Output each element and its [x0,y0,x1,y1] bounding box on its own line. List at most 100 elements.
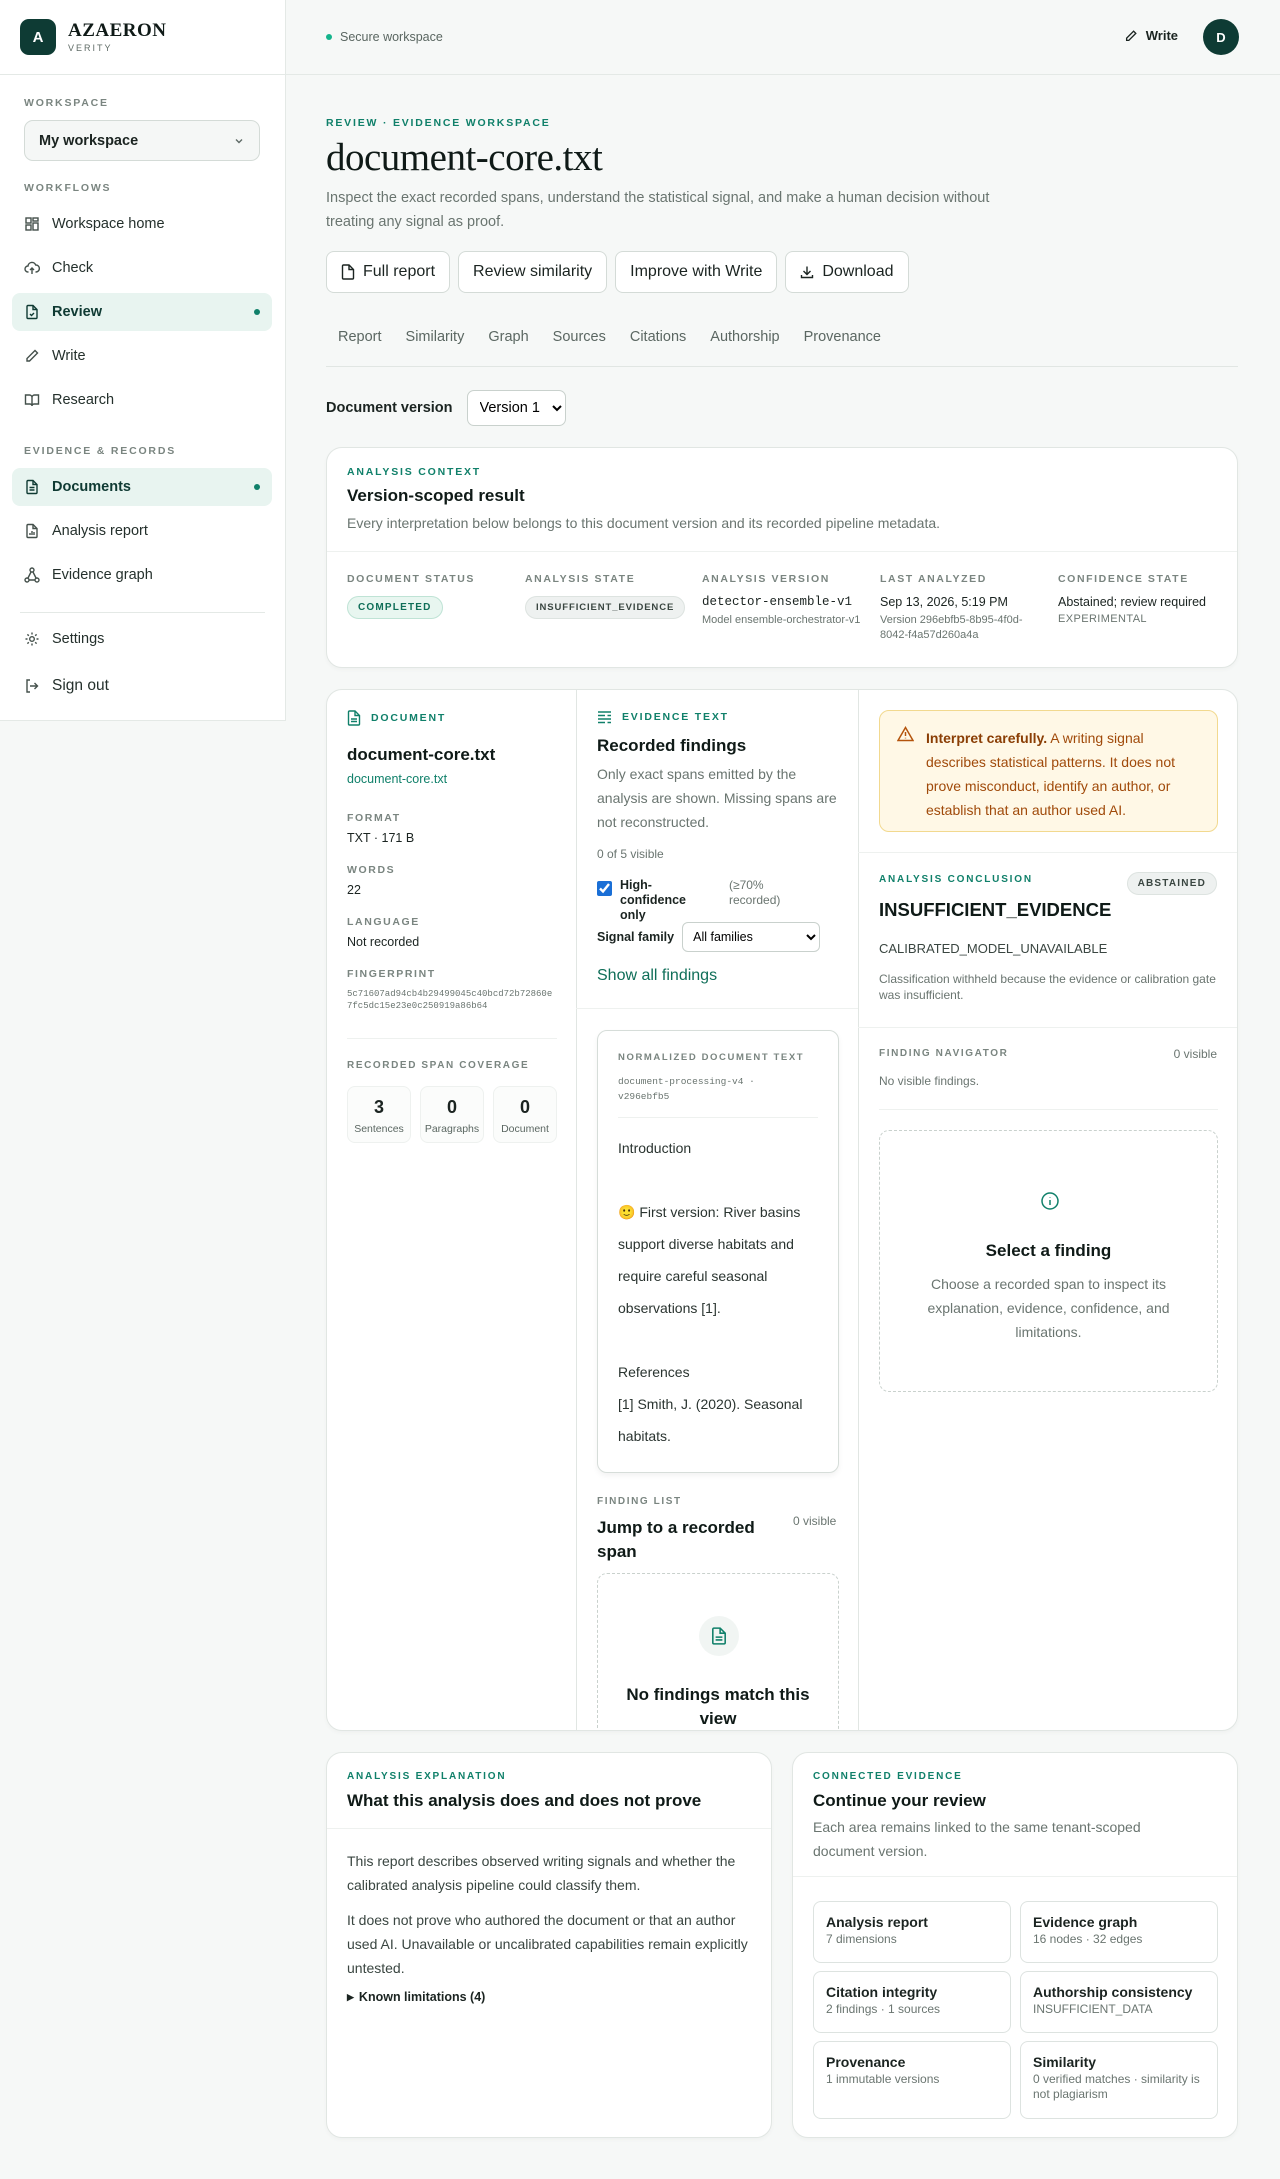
write-button[interactable]: Write [1124,28,1178,43]
words-value: 22 [347,883,361,897]
warning-title: Interpret carefully. [926,730,1048,746]
coverage-sentences: 3 Sentences [347,1086,411,1143]
link-similarity[interactable]: Similarity 0 verified matches · similarit… [1020,2041,1218,2119]
divider [618,1117,818,1118]
tab-report[interactable]: Report [326,329,394,367]
last-analyzed-label: LAST ANALYZED [880,573,987,585]
divider [879,1109,1218,1110]
confidence-state-sub: EXPERIMENTAL [1058,613,1147,625]
link-sub: INSUFFICIENT_DATA [1033,2002,1153,2016]
write-label: Write [1145,28,1178,43]
sidebar-divider [20,612,265,613]
evidence-kicker: EVIDENCE TEXT [622,711,729,723]
context-title: Version-scoped result [347,486,525,505]
finding-list-title: Jump to a recorded span [597,1518,755,1561]
link-title: Authorship consistency [1033,1984,1193,2000]
gear-icon [24,631,40,647]
high-confidence-note: (≥70% recorded) [729,878,781,907]
text-line [618,1324,823,1356]
divider [576,1008,858,1009]
show-all-findings-link[interactable]: Show all findings [597,967,717,985]
empty-title: No findings match this view [626,1685,810,1728]
fingerprint-label: FINGERPRINT [347,968,436,980]
link-sub: 16 nodes · 32 edges [1033,1932,1143,1946]
known-limitations-toggle[interactable]: ▶ Known limitations (4) [347,1990,485,2004]
nav-sign-out[interactable]: Sign out [12,667,272,705]
words-label: WORDS [347,864,396,876]
tab-authorship[interactable]: Authorship [698,329,791,367]
nav-evidence-graph[interactable]: Evidence graph [12,556,272,594]
avatar[interactable]: D [1203,19,1239,55]
last-analyzed-value: Sep 13, 2026, 5:19 PM [880,595,1008,609]
connected-kicker: CONNECTED EVIDENCE [813,1771,963,1782]
interpretation-warning: Interpret carefully. A writing signal de… [879,710,1218,832]
fingerprint-value: 5c71607ad94cb4b29499045c40bcd72b72860e7f… [347,989,553,1011]
file-check-icon [24,304,40,320]
link-sub: 0 verified matches · similarity is not p… [1033,2072,1200,2101]
high-confidence-row: High-confidence only (≥70% recorded) [597,878,847,923]
document-status-label: DOCUMENT STATUS [347,573,476,585]
tab-graph[interactable]: Graph [476,329,540,367]
finding-navigator-empty: No visible findings. [879,1074,980,1088]
workspace-select[interactable]: My workspace [24,120,260,161]
known-limitations-label: Known limitations (4) [358,1990,486,2004]
link-sub: 7 dimensions [826,1932,897,1946]
brand-logo[interactable]: A [20,19,56,55]
info-icon [1041,1192,1059,1210]
improve-with-write-button[interactable]: Improve with Write [615,251,778,293]
conclusion-value: INSUFFICIENT_EVIDENCE [879,899,1112,920]
tab-citations[interactable]: Citations [618,329,698,367]
nav-label: Documents [52,479,131,495]
nav-label: Evidence graph [52,567,153,583]
link-provenance[interactable]: Provenance 1 immutable versions [813,2041,1011,2119]
tab-sources[interactable]: Sources [541,329,618,367]
empty-icon-wrap [699,1616,739,1656]
link-evidence-graph[interactable]: Evidence graph 16 nodes · 32 edges [1020,1901,1218,1963]
nav-review[interactable]: Review [12,293,272,331]
book-icon [24,392,40,408]
last-analyzed-sub: Version 296ebfb5-8b95-4f0d-8042-f4a57d26… [880,614,1023,641]
evidence-records-label: EVIDENCE & RECORDS [24,445,177,457]
conclusion-reason-desc: Classification withheld because the evid… [879,972,1216,1002]
evidence-workspace-card: DOCUMENT document-core.txt document-core… [326,689,1238,1731]
finding-navigator-count: 0 visible [1173,1047,1217,1061]
connected-evidence-card: CONNECTED EVIDENCE Continue your review … [792,1752,1238,2138]
link-analysis-report[interactable]: Analysis report 7 dimensions [813,1901,1011,1963]
nav-settings[interactable]: Settings [12,620,272,658]
select-finding-title: Select a finding [985,1241,1112,1260]
explain-title: What this analysis does and does not pro… [347,1791,702,1810]
nav-research[interactable]: Research [12,381,272,419]
tab-bar: Report Similarity Graph Sources Citation… [326,329,1238,367]
pencil-icon [1125,29,1137,41]
nav-write[interactable]: Write [12,337,272,375]
divider [858,852,1237,853]
document-version-control: Document version Version 1 [326,390,566,426]
link-title: Provenance [826,2054,906,2070]
download-button[interactable]: Download [785,251,909,293]
high-confidence-checkbox[interactable] [597,881,612,896]
normalized-text: Introduction 🙂 First version: River basi… [618,1132,823,1452]
explain-p2: It does not prove who authored the docum… [347,1912,748,1976]
tab-similarity[interactable]: Similarity [394,329,477,367]
nav-documents[interactable]: Documents [12,468,272,506]
pencil-icon [24,348,40,364]
sidebar: A AZAERON VERITY WORKSPACE My workspace … [0,0,286,721]
divider [858,1027,1237,1028]
grid-icon [24,216,40,232]
link-authorship-consistency[interactable]: Authorship consistency INSUFFICIENT_DATA [1020,1971,1218,2033]
button-label: Download [822,263,894,280]
document-kicker-row: DOCUMENT [347,710,446,726]
full-report-button[interactable]: Full report [326,251,451,293]
divider [793,1876,1237,1877]
coverage-document: 0 Document [493,1086,557,1143]
nav-workspace-home[interactable]: Workspace home [12,205,272,243]
nav-check[interactable]: Check [12,249,272,287]
link-sub: 2 findings · 1 sources [826,2002,941,2016]
signal-family-select[interactable]: All families [682,922,821,952]
nav-analysis-report[interactable]: Analysis report [12,512,272,550]
tab-provenance[interactable]: Provenance [792,329,893,367]
nav-label: Settings [52,631,105,647]
link-citation-integrity[interactable]: Citation integrity 2 findings · 1 sources [813,1971,1011,2033]
review-similarity-button[interactable]: Review similarity [458,251,608,293]
document-version-select[interactable]: Version 1 [466,390,566,426]
